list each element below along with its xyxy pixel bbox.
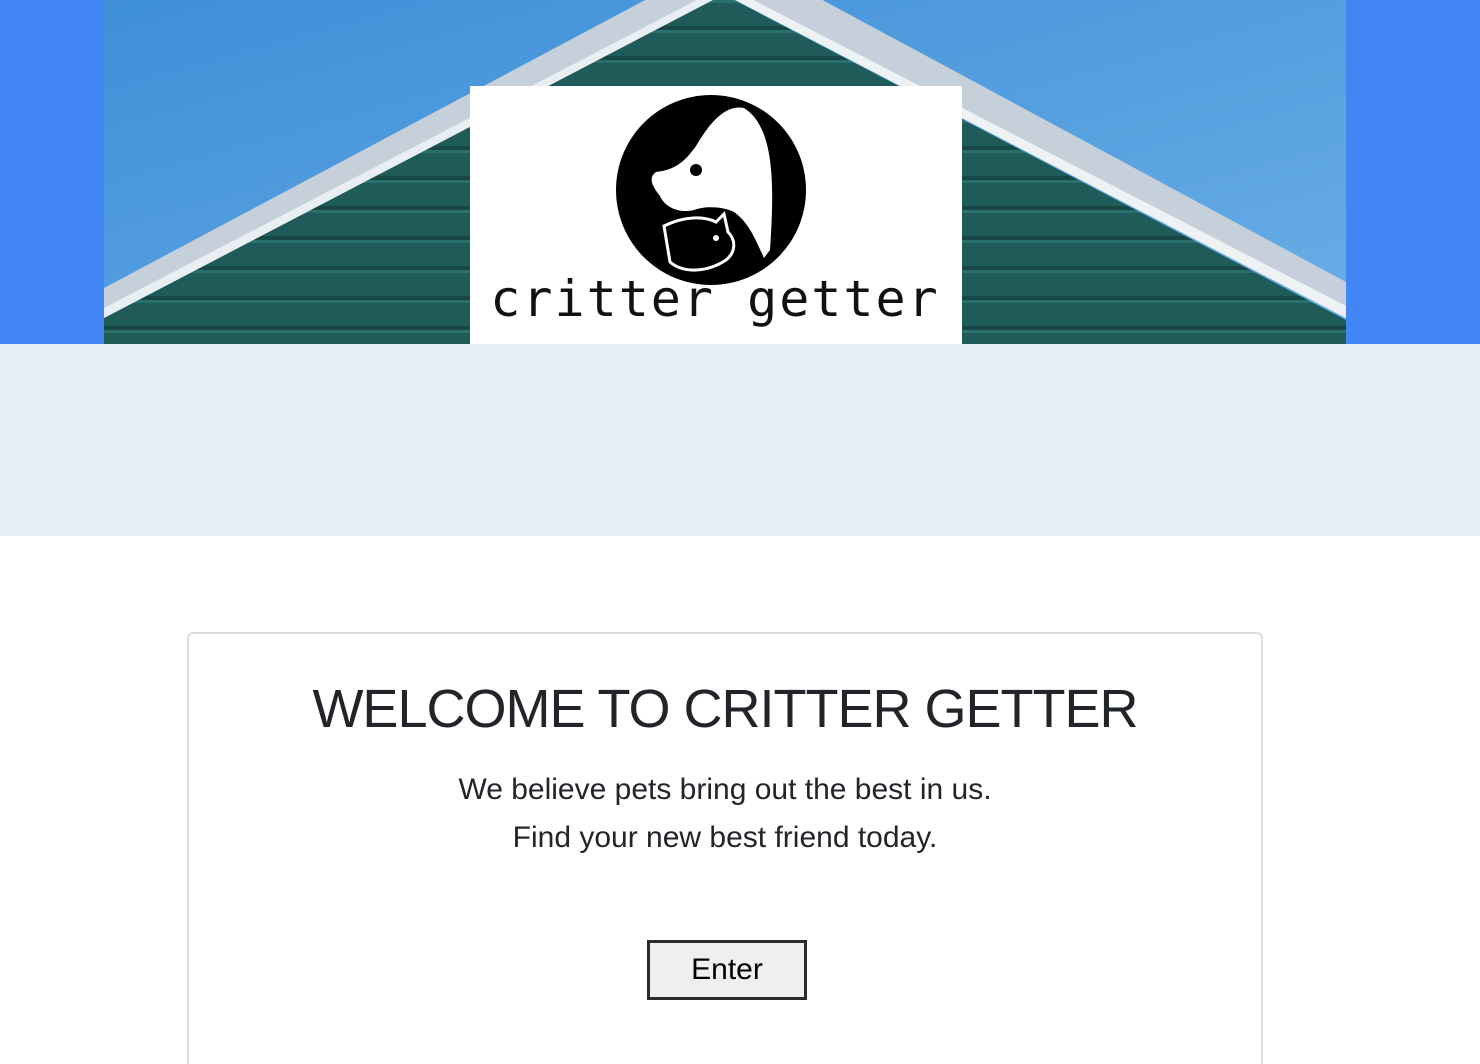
- hero-strip: [0, 344, 1480, 536]
- logo-text: critter getter: [490, 270, 939, 328]
- banner-illustration: critter getter: [104, 0, 1346, 344]
- pet-logo-icon: [616, 95, 806, 285]
- tagline-line-1: We believe pets bring out the best in us…: [458, 773, 992, 806]
- enter-button[interactable]: Enter: [647, 940, 807, 1000]
- welcome-card: WELCOME TO CRITTER GETTER We believe pet…: [187, 632, 1263, 1064]
- page-title: WELCOME TO CRITTER GETTER: [312, 679, 1138, 739]
- header-banner: critter getter: [104, 0, 1346, 344]
- tagline-line-2: Find your new best friend today.: [512, 821, 938, 854]
- page: critter getter WELCOME TO CRITTER GETTER…: [0, 0, 1480, 1064]
